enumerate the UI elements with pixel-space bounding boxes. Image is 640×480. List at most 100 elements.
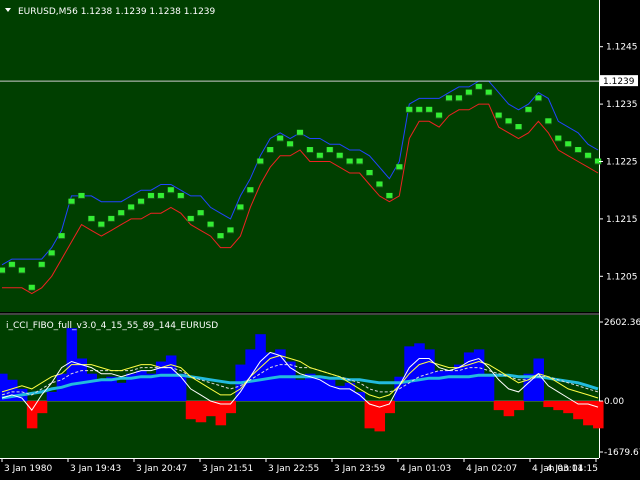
histogram-bar-positive [483, 373, 495, 402]
price-block [177, 192, 184, 198]
price-block [128, 204, 135, 210]
price-block [376, 181, 383, 187]
histogram-bar-negative [215, 401, 227, 426]
price-block [386, 192, 393, 198]
histogram-bar-positive [295, 379, 306, 402]
price-block [495, 112, 502, 118]
price-block [197, 210, 204, 216]
histogram-bar-positive [434, 370, 445, 402]
histogram-bar-negative [185, 401, 197, 420]
indicator-tick-label: -1679.67 [604, 448, 640, 458]
price-block [585, 152, 592, 158]
price-block [207, 221, 214, 227]
price-block [545, 118, 552, 124]
price-block [326, 147, 333, 153]
price-block [316, 152, 323, 158]
price-block [18, 267, 25, 273]
histogram-bar-positive [324, 379, 336, 402]
price-block [28, 284, 35, 290]
histogram-bar-negative [493, 401, 505, 411]
histogram-bar-positive [453, 364, 465, 402]
price-block [217, 233, 224, 239]
time-tick-label: 4 Jan 01:03 [400, 464, 451, 474]
price-block [157, 192, 164, 198]
price-block [505, 118, 512, 124]
price-block [446, 95, 452, 101]
indicator-tick-label: 0.00 [604, 397, 624, 407]
price-block [88, 215, 95, 221]
price-tick-label: 1.1245 [606, 43, 638, 53]
price-block [78, 192, 85, 198]
histogram-bar-positive [86, 373, 97, 402]
histogram-bar-negative [543, 401, 554, 408]
current-price-label: 1.1239 [603, 77, 635, 87]
histogram-bar-negative [503, 401, 515, 417]
price-block [406, 106, 413, 112]
price-block [167, 187, 174, 193]
price-tick-label: 1.1225 [606, 158, 638, 168]
price-block [525, 106, 532, 112]
price-block [0, 267, 5, 273]
price-block [396, 164, 403, 170]
indicator-title: i_CCI_FIBO_full_v3.0_4_15_55_89_144_EURU… [6, 321, 218, 331]
histogram-bar-positive [245, 349, 256, 402]
histogram-bar-positive [96, 379, 107, 402]
price-block [475, 83, 482, 89]
price-block [426, 106, 433, 112]
price-block [237, 204, 244, 210]
price-block [247, 187, 254, 193]
price-block [336, 152, 343, 158]
histogram-bar-negative [593, 401, 604, 429]
time-tick-label: 3 Jan 1980 [4, 464, 52, 474]
indicator-tick-label: 2602.36 [604, 318, 640, 328]
price-block [287, 141, 294, 147]
symbol-title: EURUSD,M56 1.1238 1.1239 1.1238 1.1239 [18, 7, 216, 17]
main-chart-pane[interactable] [0, 0, 599, 312]
histogram-bar-negative [205, 401, 217, 417]
price-block [515, 124, 522, 130]
price-block [346, 158, 353, 164]
price-block [436, 112, 443, 118]
histogram-bar-positive [414, 343, 425, 402]
histogram-bar-negative [513, 401, 525, 411]
histogram-bar-positive [116, 382, 127, 402]
histogram-bar-negative [583, 401, 594, 426]
price-block [187, 215, 194, 221]
time-tick-label: 4 Jan 02:07 [466, 464, 517, 474]
price-block [356, 158, 363, 164]
price-block [138, 198, 145, 204]
histogram-bar-negative [225, 401, 237, 414]
histogram-bar-positive [533, 358, 544, 402]
price-block [38, 261, 45, 267]
time-tick-label: 3 Jan 23:59 [334, 464, 386, 474]
price-block [277, 135, 284, 141]
histogram-bar-negative [195, 401, 207, 423]
histogram-bar-negative [553, 401, 564, 411]
price-block [148, 192, 154, 198]
price-block [118, 210, 125, 216]
price-block [416, 106, 423, 112]
price-block [465, 89, 472, 95]
price-block [535, 95, 542, 101]
price-block [297, 129, 303, 135]
price-block [68, 198, 75, 204]
price-block [98, 221, 105, 227]
price-block [575, 147, 582, 153]
price-block [108, 215, 115, 221]
price-block [267, 147, 274, 153]
histogram-bar-negative [26, 401, 38, 429]
price-block [8, 261, 15, 267]
price-block [366, 169, 373, 175]
price-block [565, 141, 572, 147]
histogram-bar-positive [165, 355, 177, 402]
histogram-bar-positive [46, 391, 58, 402]
price-tick-label: 1.1235 [606, 100, 638, 110]
trading-chart[interactable]: 1.1245 1.1235 1.1225 1.1215 1.1205 2602.36 0.… [0, 0, 640, 480]
price-block [227, 227, 234, 233]
time-tick-label: 3 Jan 22:55 [268, 464, 319, 474]
histogram-bar-negative [563, 401, 574, 414]
price-block [485, 89, 492, 95]
price-block [48, 250, 55, 256]
time-tick-label: 4 Jan 04:15 [547, 464, 598, 474]
histogram-bar-negative [36, 401, 48, 414]
